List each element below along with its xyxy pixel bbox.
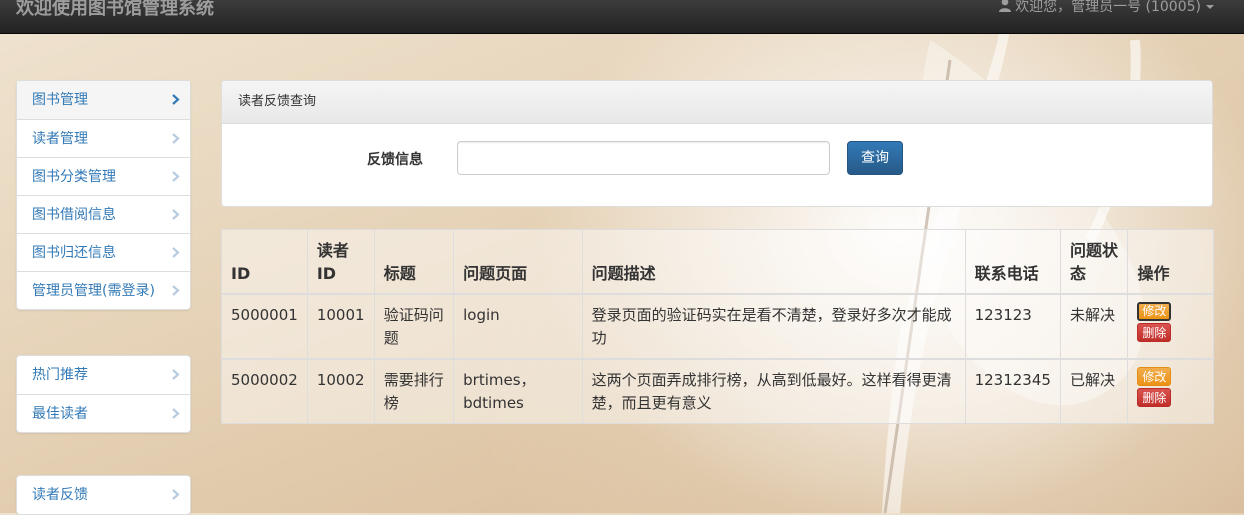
table-row: 5000002 10002 需要排行榜 brtimes，bdtimes 这两个页… — [221, 358, 1214, 424]
col-header-description: 问题描述 — [581, 229, 966, 295]
chevron-right-icon — [172, 247, 180, 258]
chevron-right-icon — [172, 171, 180, 182]
table-header-row: ID 读者ID 标题 问题页面 问题描述 联系电话 问题状态 操作 — [221, 229, 1214, 295]
sidebar-item-label: 图书归还信息 — [32, 245, 116, 261]
sidebar-item-reader-management[interactable]: 读者管理 — [17, 119, 190, 157]
cell-status: 已解决 — [1059, 358, 1129, 424]
sidebar-item-label: 读者反馈 — [32, 487, 88, 503]
chevron-right-icon — [172, 94, 180, 105]
col-header-reader-id: 读者ID — [306, 229, 375, 295]
sidebar-item-label: 管理员管理(需登录) — [32, 283, 155, 299]
chevron-right-icon — [172, 209, 180, 220]
sidebar-item-hot-recommend[interactable]: 热门推荐 — [17, 356, 190, 394]
sidebar-item-reader-feedback[interactable]: 读者反馈 — [17, 476, 190, 514]
feedback-info-input[interactable] — [457, 141, 830, 175]
panel-heading: 读者反馈查询 — [222, 81, 1212, 124]
cell-page: login — [453, 293, 583, 360]
cell-phone: 12312345 — [964, 358, 1061, 424]
edit-button[interactable]: 修改 — [1137, 366, 1172, 386]
feedback-table: ID 读者ID 标题 问题页面 问题描述 联系电话 问题状态 操作 500000… — [221, 229, 1214, 424]
sidebar-item-label: 图书分类管理 — [32, 169, 116, 185]
cell-reader-id: 10002 — [306, 358, 375, 424]
col-header-phone: 联系电话 — [964, 229, 1061, 295]
sidebar-item-label: 读者管理 — [32, 131, 88, 147]
cell-page: brtimes，bdtimes — [453, 358, 583, 424]
chevron-right-icon — [172, 133, 180, 144]
sidebar-item-label: 最佳读者 — [32, 406, 88, 422]
sidebar-group-management: 图书管理 读者管理 图书分类管理 图书借阅信息 图书归还信息 管理员管理(需登录… — [16, 80, 191, 310]
feedback-info-label: 反馈信息 — [367, 152, 423, 168]
user-greeting: 欢迎您，管理员一号 (10005) — [1015, 0, 1201, 15]
cell-title: 验证码问题 — [373, 293, 455, 360]
sidebar-item-category-management[interactable]: 图书分类管理 — [17, 157, 190, 195]
chevron-right-icon — [172, 369, 180, 380]
col-header-id: ID — [221, 229, 308, 295]
chevron-right-icon — [172, 408, 180, 419]
col-header-page: 问题页面 — [453, 229, 583, 295]
chevron-right-icon — [172, 489, 180, 500]
sidebar-item-label: 图书管理 — [32, 92, 88, 108]
cell-status: 未解决 — [1059, 293, 1129, 360]
user-menu-dropdown[interactable]: 欢迎您，管理员一号 (10005) — [998, 0, 1214, 16]
app-title[interactable]: 欢迎使用图书馆管理系统 — [16, 0, 214, 20]
col-header-title: 标题 — [373, 229, 455, 295]
sidebar-item-best-readers[interactable]: 最佳读者 — [17, 394, 190, 432]
table-row: 5000001 10001 验证码问题 login 登录页面的验证码实在是看不清… — [221, 293, 1214, 360]
sidebar-item-return-info[interactable]: 图书归还信息 — [17, 233, 190, 271]
delete-button[interactable]: 删除 — [1137, 322, 1172, 342]
chevron-right-icon — [172, 285, 180, 296]
top-navbar: 欢迎使用图书馆管理系统 欢迎您，管理员一号 (10005) — [0, 0, 1244, 34]
feedback-query-panel: 读者反馈查询 反馈信息 查询 — [221, 80, 1213, 207]
cell-actions: 修改 删除 — [1127, 293, 1214, 360]
caret-down-icon — [1206, 5, 1214, 9]
sidebar-group-feedback: 读者反馈 — [16, 475, 191, 515]
cell-id: 5000002 — [221, 358, 308, 424]
sidebar-item-borrow-info[interactable]: 图书借阅信息 — [17, 195, 190, 233]
sidebar-item-admin-management[interactable]: 管理员管理(需登录) — [17, 271, 190, 309]
sidebar-item-label: 热门推荐 — [32, 367, 88, 383]
cell-description: 登录页面的验证码实在是看不清楚，登录好多次才能成功 — [581, 293, 966, 360]
cell-id: 5000001 — [221, 293, 308, 360]
col-header-actions: 操作 — [1127, 229, 1214, 295]
cell-reader-id: 10001 — [306, 293, 375, 360]
sidebar-item-label: 图书借阅信息 — [32, 207, 116, 223]
edit-button[interactable]: 修改 — [1137, 301, 1172, 321]
delete-button[interactable]: 删除 — [1137, 387, 1172, 407]
query-button[interactable]: 查询 — [847, 141, 903, 175]
cell-phone: 123123 — [964, 293, 1061, 360]
sidebar-group-ranking: 热门推荐 最佳读者 — [16, 355, 191, 433]
cell-actions: 修改 删除 — [1127, 358, 1214, 424]
cell-title: 需要排行榜 — [373, 358, 455, 424]
cell-description: 这两个页面弄成排行榜，从高到低最好。这样看得更清楚，而且更有意义 — [581, 358, 966, 424]
user-icon — [998, 0, 1012, 16]
sidebar-item-book-management[interactable]: 图书管理 — [17, 81, 190, 119]
col-header-status: 问题状态 — [1059, 229, 1129, 295]
